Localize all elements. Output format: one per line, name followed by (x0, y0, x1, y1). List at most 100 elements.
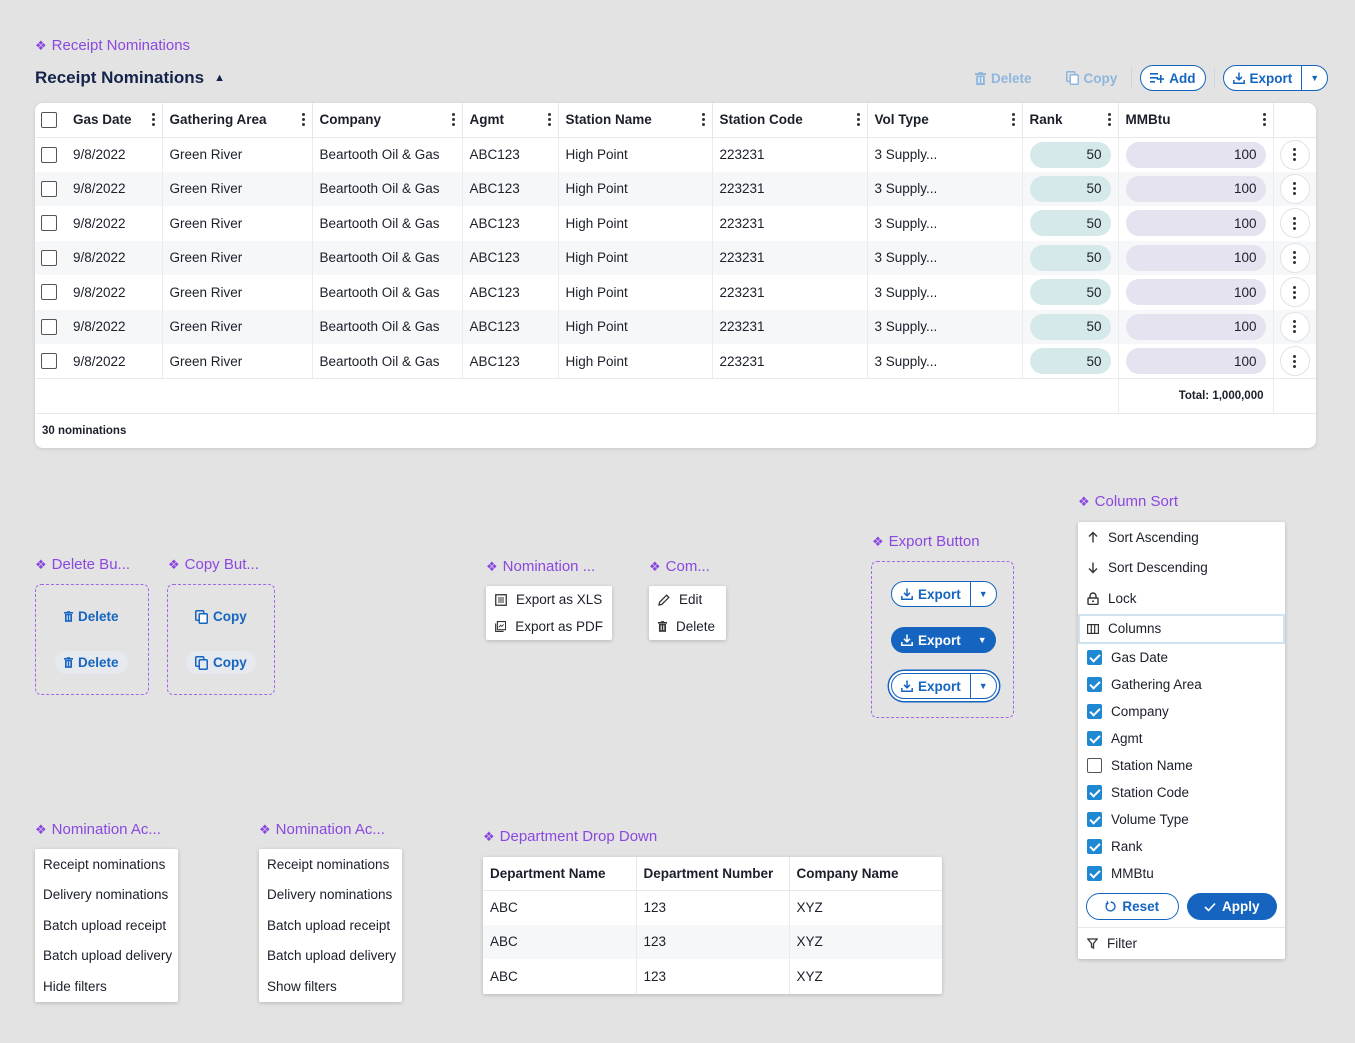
rank-input[interactable]: 50 (1029, 244, 1111, 271)
sort-ascending[interactable]: Sort Ascending (1078, 522, 1285, 553)
row-actions-button[interactable] (1279, 346, 1310, 376)
row-actions-button[interactable] (1279, 208, 1310, 239)
column-toggle[interactable]: Company (1078, 698, 1285, 725)
row-select[interactable] (35, 206, 66, 241)
rank-input[interactable]: 50 (1029, 141, 1111, 168)
table-row[interactable]: 9/8/2022 Green River Beartooth Oil & Gas AB… (35, 344, 1316, 379)
department-row[interactable]: ABC 123 XYZ (483, 890, 942, 925)
row-select[interactable] (35, 240, 66, 275)
copy-button[interactable]: Copy (186, 605, 256, 628)
chevron-down-icon[interactable]: ▼ (970, 628, 995, 652)
column-menu-icon[interactable] (1262, 113, 1266, 126)
export-split-button[interactable]: Export ▼ (1222, 65, 1329, 91)
column-header-gathering-area[interactable]: Gathering Area (162, 103, 313, 138)
column-menu-icon[interactable] (451, 113, 455, 126)
column-header-vol-type[interactable]: Vol Type (867, 103, 1023, 138)
column-toggle[interactable]: Station Code (1078, 779, 1285, 806)
filter-option[interactable]: Filter (1078, 928, 1285, 959)
column-header-company[interactable]: Company (312, 103, 463, 138)
export-split-button[interactable]: Export ▼ (891, 581, 997, 607)
row-select[interactable] (35, 137, 66, 172)
menu-item[interactable]: Receipt nominations (259, 849, 402, 880)
table-row[interactable]: 9/8/2022 Green River Beartooth Oil & Gas AB… (35, 206, 1316, 241)
menu-item[interactable]: Delivery nominations (259, 880, 402, 911)
column-menu-icon[interactable] (301, 113, 305, 126)
column-menu-icon[interactable] (1011, 113, 1015, 126)
sort-descending[interactable]: Sort Descending (1078, 553, 1285, 584)
menu-item[interactable]: Receipt nominations (35, 849, 178, 880)
export-button[interactable]: Export (892, 628, 970, 652)
row-actions-button[interactable] (1279, 242, 1310, 273)
export-button[interactable]: Export (892, 674, 970, 698)
mmbtu-input[interactable]: 100 (1125, 348, 1266, 374)
menu-item[interactable]: Hide filters (35, 971, 178, 1002)
menu-item[interactable]: Batch upload delivery (35, 941, 178, 972)
row-checkbox[interactable] (41, 249, 57, 266)
page-title[interactable]: Receipt Nominations ▲ (35, 68, 225, 88)
menu-item[interactable]: Batch upload receipt (35, 910, 178, 941)
column-checkbox[interactable] (1087, 812, 1102, 827)
row-checkbox[interactable] (41, 180, 57, 197)
menu-item[interactable]: Show filters (259, 971, 402, 1002)
table-row[interactable]: 9/8/2022 Green River Beartooth Oil & Gas AB… (35, 309, 1316, 344)
cell-mmbtu[interactable]: 100 (1118, 206, 1274, 241)
column-header-station-code[interactable]: Station Code (712, 103, 868, 138)
cell-rank[interactable]: 50 (1022, 240, 1119, 275)
export-split-button-focused[interactable]: Export ▼ (891, 673, 997, 699)
mmbtu-input[interactable]: 100 (1125, 175, 1266, 202)
column-toggle[interactable]: Gathering Area (1078, 671, 1285, 698)
menu-item-delete[interactable]: Delete (649, 613, 726, 640)
column-header-mmbtu[interactable]: MMBtu (1118, 103, 1274, 138)
column-checkbox[interactable] (1087, 677, 1102, 692)
rank-input[interactable]: 50 (1029, 313, 1111, 340)
delete-button-hover[interactable]: Delete (55, 651, 128, 674)
column-checkbox[interactable] (1087, 650, 1102, 665)
column-checkbox[interactable] (1087, 839, 1102, 854)
column-menu-icon[interactable] (1107, 113, 1111, 126)
menu-item-edit[interactable]: Edit (649, 586, 726, 613)
table-row[interactable]: 9/8/2022 Green River Beartooth Oil & Gas AB… (35, 275, 1316, 310)
cell-rank[interactable]: 50 (1022, 137, 1119, 172)
column-menu-icon[interactable] (856, 113, 860, 126)
column-checkbox[interactable] (1087, 866, 1102, 881)
cell-mmbtu[interactable]: 100 (1118, 309, 1274, 344)
column-header-gas-date[interactable]: Gas Date (66, 103, 163, 138)
column-toggle[interactable]: Rank (1078, 833, 1285, 860)
cell-rank[interactable]: 50 (1022, 309, 1119, 344)
cell-rank[interactable]: 50 (1022, 275, 1119, 310)
cell-mmbtu[interactable]: 100 (1118, 275, 1274, 310)
export-button[interactable]: Export (892, 582, 970, 606)
export-button[interactable]: Export (1224, 66, 1302, 90)
delete-button[interactable]: Delete (55, 605, 128, 628)
row-checkbox[interactable] (41, 318, 57, 335)
cell-mmbtu[interactable]: 100 (1118, 171, 1274, 206)
department-row[interactable]: ABC 123 XYZ (483, 924, 942, 959)
copy-button-hover[interactable]: Copy (186, 651, 256, 674)
select-all-checkbox[interactable] (41, 111, 57, 128)
rank-input[interactable]: 50 (1029, 175, 1111, 202)
department-row[interactable]: ABC 123 XYZ (483, 959, 942, 994)
cell-mmbtu[interactable]: 100 (1118, 240, 1274, 275)
lock-column[interactable]: Lock (1078, 583, 1285, 614)
rank-input[interactable]: 50 (1029, 210, 1111, 237)
column-checkbox[interactable] (1087, 785, 1102, 800)
menu-item[interactable]: Batch upload receipt (259, 910, 402, 941)
row-checkbox[interactable] (41, 353, 57, 370)
export-split-button-pressed[interactable]: Export ▼ (891, 627, 996, 653)
row-select[interactable] (35, 171, 66, 206)
table-row[interactable]: 9/8/2022 Green River Beartooth Oil & Gas AB… (35, 171, 1316, 206)
column-header-station-name[interactable]: Station Name (558, 103, 713, 138)
column-menu-icon[interactable] (701, 113, 705, 126)
column-header-agmt[interactable]: Agmt (462, 103, 559, 138)
row-actions-button[interactable] (1279, 173, 1310, 204)
mmbtu-input[interactable]: 100 (1125, 141, 1266, 168)
rank-input[interactable]: 50 (1029, 279, 1111, 306)
columns-option[interactable]: Columns (1078, 613, 1285, 644)
column-menu-icon[interactable] (151, 113, 155, 126)
mmbtu-input[interactable]: 100 (1125, 279, 1266, 306)
row-actions-button[interactable] (1279, 139, 1310, 170)
mmbtu-input[interactable]: 100 (1125, 244, 1266, 271)
column-toggle[interactable]: Agmt (1078, 725, 1285, 752)
column-menu-icon[interactable] (547, 113, 551, 126)
select-all[interactable] (35, 103, 66, 138)
